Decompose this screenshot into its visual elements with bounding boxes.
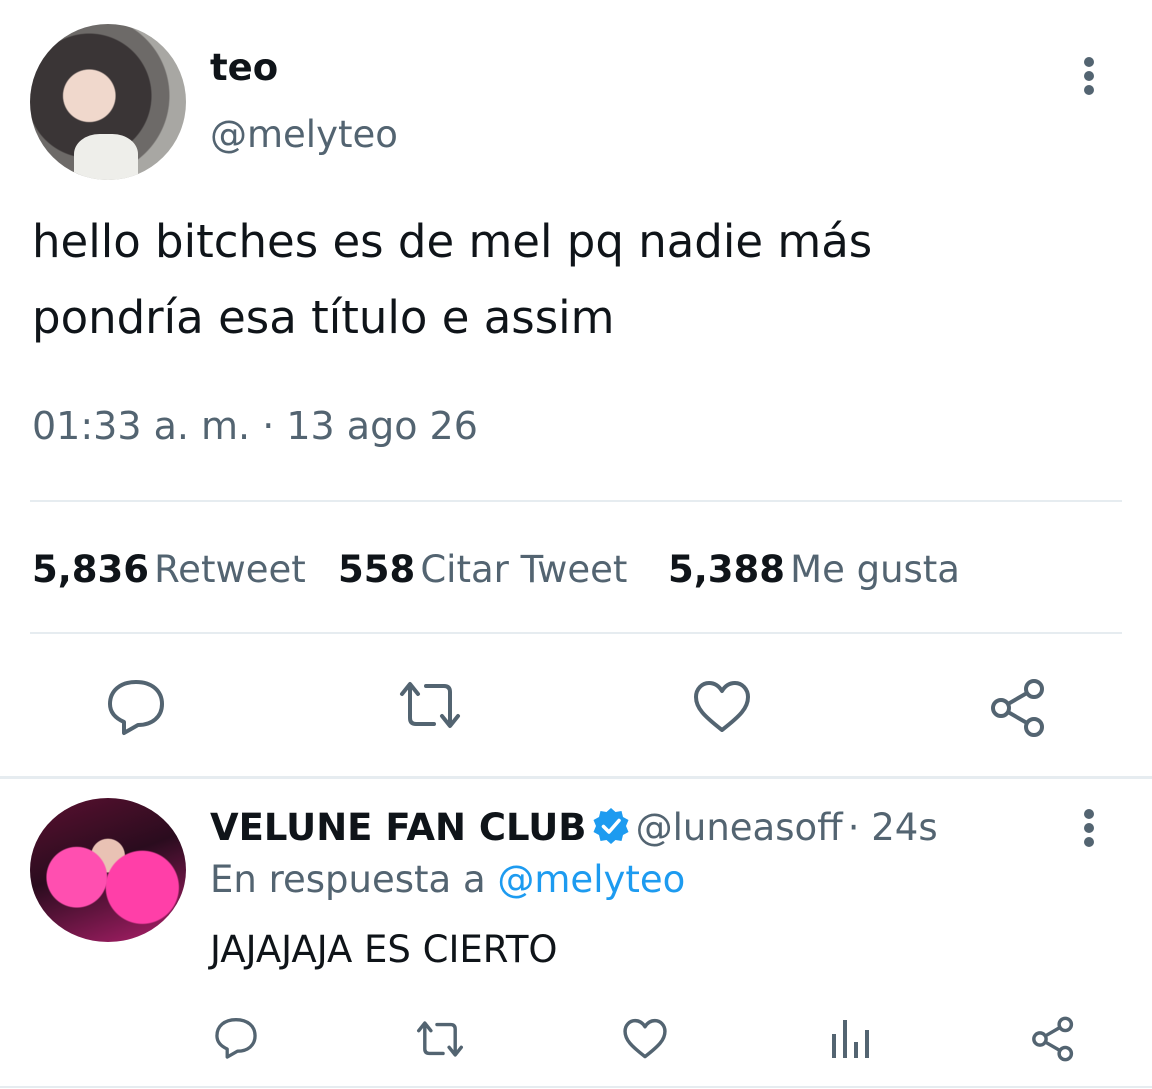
divider [0,1086,1152,1088]
likes-stat[interactable]: 5,388 Me gusta [668,548,960,591]
reply-author-name[interactable]: VELUNE FAN CLUB [210,806,587,849]
reply-author-avatar[interactable] [30,798,186,942]
reply-time-ago[interactable]: · 24s [848,806,938,849]
replying-to-handle[interactable]: @melyteo [497,858,685,901]
quotes-stat[interactable]: 558 Citar Tweet [338,548,627,591]
tweet-timestamp[interactable]: 01:33 a. m. · 13 ago 26 [32,404,478,448]
section-divider [0,776,1152,779]
likes-count: 5,388 [668,548,786,591]
author-name[interactable]: teo [210,46,278,89]
heart-icon[interactable] [692,680,752,734]
analytics-icon[interactable] [830,1018,870,1060]
retweets-count: 5,836 [32,548,150,591]
retweet-icon[interactable] [396,680,464,730]
author-avatar[interactable] [30,24,186,180]
replying-to-prefix: En respuesta a [210,858,486,901]
tweet-text-line-2: pondría esa título e assim [32,291,615,344]
likes-label: Me gusta [790,548,960,591]
more-vertical-icon[interactable] [1070,808,1108,848]
retweets-label: Retweet [154,548,306,591]
retweets-stat[interactable]: 5,836 Retweet [32,548,306,591]
divider [30,500,1122,502]
reply-author-handle[interactable]: @luneasoff [636,806,843,849]
share-icon[interactable] [1030,1016,1076,1062]
share-icon[interactable] [988,678,1048,738]
verified-badge-icon [591,806,631,846]
tweet-text-line-1: hello bitches es de mel pq nadie más [32,215,873,268]
reply-icon[interactable] [214,1016,258,1060]
quotes-count: 558 [338,548,416,591]
reply-text: JAJAJAJA ES CIERTO [210,928,558,971]
replying-to: En respuesta a @melyteo [210,858,685,901]
reply-icon[interactable] [106,678,166,736]
heart-icon[interactable] [622,1018,668,1060]
author-handle[interactable]: @melyteo [210,113,398,156]
divider [30,632,1122,634]
quotes-label: Citar Tweet [420,548,628,591]
reply-header: VELUNE FAN CLUB @luneasoff · 24s [210,806,938,849]
more-vertical-icon[interactable] [1070,56,1108,96]
retweet-icon[interactable] [414,1020,466,1058]
